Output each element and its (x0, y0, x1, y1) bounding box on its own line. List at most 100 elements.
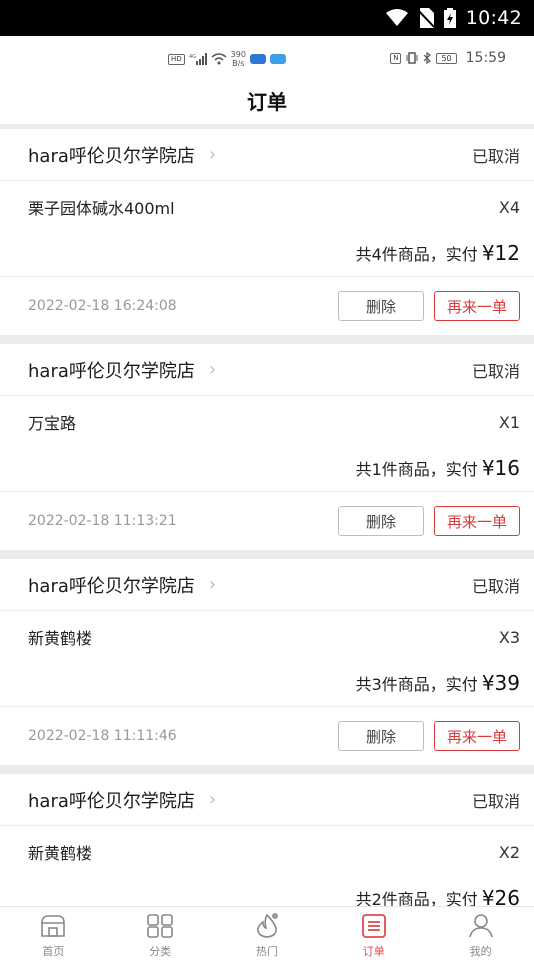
order-actions: 删除 再来一单 (338, 506, 520, 536)
nav-item-profile[interactable]: 我的 (427, 907, 534, 964)
nav-label: 分类 (149, 944, 172, 958)
nav-label: 首页 (42, 944, 65, 958)
delete-button[interactable]: 删除 (338, 506, 424, 536)
signal-icon: 4G (189, 53, 207, 65)
divider (0, 765, 534, 774)
vibrate-icon (406, 52, 418, 64)
order-item-row: 新黄鹤楼 X2 (0, 826, 534, 878)
nav-item-orders[interactable]: 订单 (320, 907, 427, 964)
reorder-button[interactable]: 再来一单 (434, 506, 520, 536)
system-status-bar: 10:42 (0, 0, 534, 36)
store-name: hara呼伦贝尔学院店 (28, 145, 195, 167)
order-footer: 2022-02-18 16:24:08 删除 再来一单 (0, 277, 534, 335)
delete-button[interactable]: 删除 (338, 721, 424, 751)
item-qty: X4 (498, 197, 520, 217)
order-list[interactable]: hara呼伦贝尔学院店 › 已取消 栗子园体碱水400ml X4 共4件商品，实付… (0, 124, 534, 922)
order-status: 已取消 (471, 791, 520, 811)
order-status: 已取消 (471, 361, 520, 381)
item-name: 新黄鹤楼 (28, 844, 93, 863)
home-icon (38, 913, 68, 939)
item-qty: X2 (498, 842, 520, 862)
order-item-row: 栗子园体碱水400ml X4 (0, 181, 534, 233)
order-summary: 共1件商品，实付 (355, 459, 478, 479)
store-name: hara呼伦贝尔学院店 (28, 790, 195, 812)
chat-app-icon (269, 54, 286, 64)
order-price: ¥16 (481, 455, 520, 480)
chevron-right-icon: › (208, 144, 217, 165)
order-status: 已取消 (471, 576, 520, 596)
order-total-row: 共3件商品，实付 ¥39 (0, 663, 534, 707)
store-link[interactable]: hara呼伦贝尔学院店 › (28, 142, 216, 168)
item-name: 新黄鹤楼 (28, 629, 93, 648)
order-price: ¥12 (481, 240, 520, 265)
chevron-right-icon: › (208, 574, 217, 595)
order-store-row[interactable]: hara呼伦贝尔学院店 › 已取消 (0, 559, 534, 611)
order-store-row[interactable]: hara呼伦贝尔学院店 › 已取消 (0, 774, 534, 826)
divider (0, 335, 534, 344)
order-status: 已取消 (471, 146, 520, 166)
order-card[interactable]: hara呼伦贝尔学院店 › 已取消 新黄鹤楼 X2 共2件商品，实付 ¥26 (0, 774, 534, 922)
bottom-nav: 首页 分类 热门 订单 我的 (0, 906, 534, 964)
battery-icon: 50 (436, 52, 457, 64)
nav-item-hot[interactable]: 热门 (214, 907, 321, 964)
order-total-row: 共1件商品，实付 ¥16 (0, 448, 534, 492)
order-item-row: 万宝路 X1 (0, 396, 534, 448)
inner-status-left: HD 4G 390 B/s (168, 50, 286, 68)
divider (0, 550, 534, 559)
net-speed-unit: B/s (232, 59, 245, 68)
order-footer: 2022-02-18 11:11:46 删除 再来一单 (0, 707, 534, 765)
store-link[interactable]: hara呼伦贝尔学院店 › (28, 572, 216, 598)
order-actions: 删除 再来一单 (338, 291, 520, 321)
inner-clock: 15:59 (465, 50, 506, 66)
order-item-row: 新黄鹤楼 X3 (0, 611, 534, 663)
order-date: 2022-02-18 11:13:21 (28, 513, 177, 529)
order-actions: 删除 再来一单 (338, 721, 520, 751)
store-link[interactable]: hara呼伦贝尔学院店 › (28, 787, 216, 813)
nav-item-home[interactable]: 首页 (0, 907, 107, 964)
user-icon (466, 913, 496, 939)
store-link[interactable]: hara呼伦贝尔学院店 › (28, 357, 216, 383)
store-name: hara呼伦贝尔学院店 (28, 360, 195, 382)
order-store-row[interactable]: hara呼伦贝尔学院店 › 已取消 (0, 344, 534, 396)
chevron-right-icon: › (208, 789, 217, 810)
order-card[interactable]: hara呼伦贝尔学院店 › 已取消 栗子园体碱水400ml X4 共4件商品，实付… (0, 129, 534, 335)
no-sim-icon (417, 8, 434, 28)
bluetooth-icon (424, 52, 432, 64)
cloud-app-icon (249, 54, 266, 64)
net-speed-value: 390 (230, 50, 246, 59)
order-footer: 2022-02-18 11:13:21 删除 再来一单 (0, 492, 534, 550)
inner-status-right: N 50 15:59 (390, 50, 506, 66)
notification-dot (271, 913, 278, 919)
order-card[interactable]: hara呼伦贝尔学院店 › 已取消 万宝路 X1 共1件商品，实付 ¥16 202… (0, 344, 534, 550)
orders-list-icon (359, 913, 389, 939)
order-price: ¥39 (481, 670, 520, 695)
store-name: hara呼伦贝尔学院店 (28, 575, 195, 597)
nav-label: 订单 (362, 944, 385, 958)
item-name: 万宝路 (28, 414, 77, 433)
system-status-icons: 10:42 (385, 0, 522, 36)
category-grid-icon (145, 913, 175, 939)
inner-status-bar: HD 4G 390 B/s N 50 15:59 (0, 36, 534, 82)
reorder-button[interactable]: 再来一单 (434, 291, 520, 321)
nav-label: 我的 (469, 944, 492, 958)
battery-charging-icon (443, 8, 456, 28)
order-card[interactable]: hara呼伦贝尔学院店 › 已取消 新黄鹤楼 X3 共3件商品，实付 ¥39 20… (0, 559, 534, 765)
nfc-icon: N (390, 52, 402, 64)
reorder-button[interactable]: 再来一单 (434, 721, 520, 751)
order-total-row: 共4件商品，实付 ¥12 (0, 233, 534, 277)
order-date: 2022-02-18 16:24:08 (28, 298, 177, 314)
net-speed: 390 B/s (231, 50, 246, 68)
delete-button[interactable]: 删除 (338, 291, 424, 321)
order-summary: 共3件商品，实付 (355, 674, 478, 694)
item-qty: X3 (498, 627, 520, 647)
hd-icon: HD (168, 53, 185, 65)
order-summary: 共4件商品，实付 (355, 244, 478, 264)
svg-text:4G: 4G (189, 54, 196, 60)
inner-wifi-icon (211, 53, 227, 65)
page-title: 订单 (247, 90, 287, 114)
chevron-right-icon: › (208, 359, 217, 380)
system-clock: 10:42 (465, 7, 522, 29)
wifi-icon (385, 9, 408, 26)
order-store-row[interactable]: hara呼伦贝尔学院店 › 已取消 (0, 129, 534, 181)
nav-item-category[interactable]: 分类 (107, 907, 214, 964)
